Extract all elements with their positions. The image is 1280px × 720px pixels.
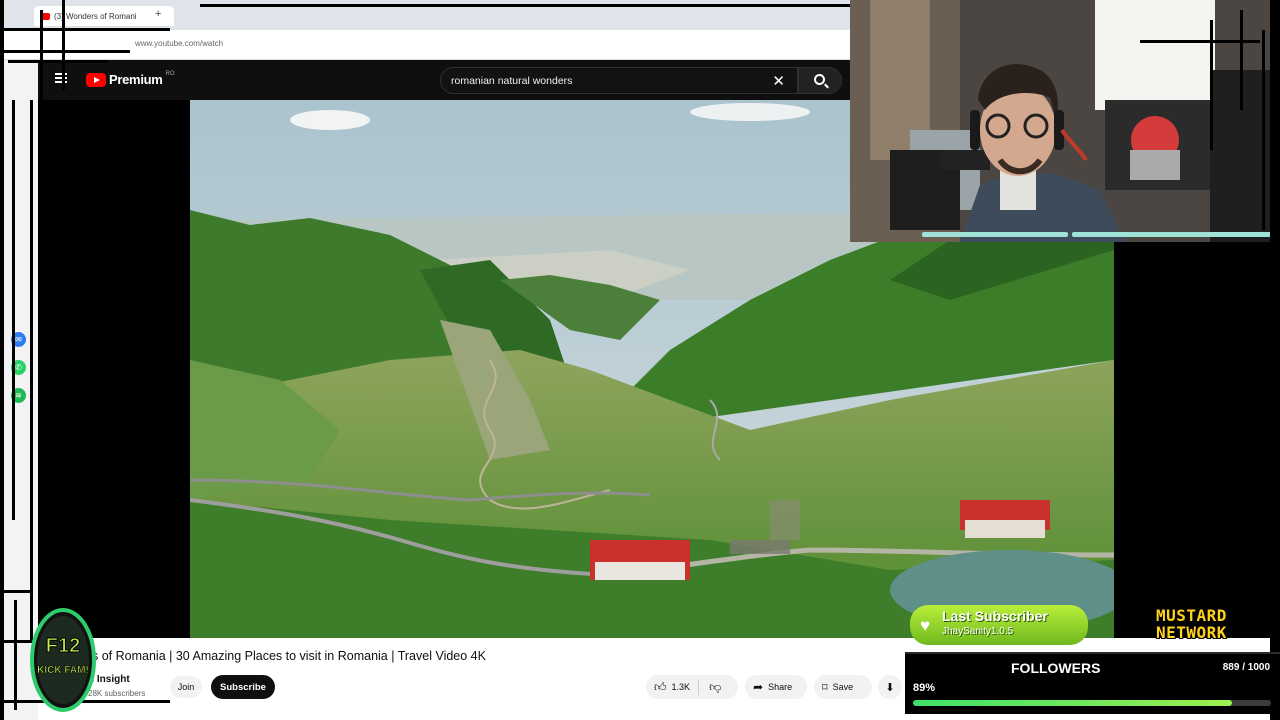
hamburger-icon[interactable]	[55, 73, 67, 83]
frame-line	[0, 50, 130, 53]
share-button[interactable]: ➦ Share	[745, 675, 807, 699]
mustard-network-logo: MUSTARD NETWORK	[1156, 607, 1274, 643]
subscriber-count: 28K subscribers	[88, 689, 146, 698]
f12-kick-fam-logo: F12 KICK FAM!	[30, 607, 96, 713]
youtube-play-icon	[86, 72, 106, 87]
followers-progress-fill	[913, 700, 1232, 706]
frame-line	[30, 100, 33, 640]
frame-line	[0, 590, 30, 593]
webcam-overlay	[850, 0, 1280, 242]
like-count[interactable]: 1.3K	[672, 682, 691, 692]
new-tab-button[interactable]: +	[155, 8, 161, 20]
tab-title: (3) Wonders of Romani	[54, 11, 137, 21]
url-text: www.youtube.com/watch	[135, 39, 224, 48]
badge-line-2: KICK FAM!	[37, 665, 89, 676]
frame-line	[1210, 20, 1213, 150]
network-line-1: MUSTARD	[1156, 606, 1227, 625]
search-input[interactable]: romanian natural wonders ✕	[440, 67, 798, 94]
frame-line	[0, 540, 3, 720]
frame-line	[62, 0, 65, 90]
dislike-icon[interactable]: 👎︎	[709, 680, 721, 695]
join-button[interactable]: Join	[170, 676, 202, 698]
share-label: Share	[768, 682, 793, 692]
region-code: RO	[165, 70, 175, 77]
last-subscriber-title: Last Subscriber	[942, 608, 1048, 624]
download-button[interactable]: ⬇	[878, 675, 902, 699]
streamer-webcam-image	[850, 0, 1280, 242]
save-label: Save	[832, 682, 854, 692]
frame-line	[1276, 460, 1280, 600]
logo-text: Premium	[109, 72, 163, 87]
frame-line	[200, 4, 850, 7]
frame-line	[40, 10, 43, 130]
frame-line	[1262, 30, 1265, 230]
badge-line-1: F12	[46, 635, 80, 657]
webcam-accent-bar-left	[922, 232, 1068, 237]
address-bar[interactable]: www.youtube.com/watch	[0, 30, 850, 60]
followers-progress-track	[913, 700, 1271, 706]
save-icon: ⌑	[822, 681, 828, 694]
followers-count: 889 / 1000	[1222, 662, 1270, 673]
like-dislike-group: 👍︎ 1.3K 👎︎	[646, 675, 738, 699]
youtube-logo[interactable]: Premium RO	[86, 70, 175, 87]
followers-label: FOLLOWERS	[1011, 660, 1101, 676]
followers-goal-widget: FOLLOWERS 889 / 1000 89%	[905, 652, 1280, 714]
last-subscriber-name: JhaySanity1.0.5	[942, 626, 1014, 637]
like-icon[interactable]: 👍︎	[654, 680, 667, 695]
followers-percent: 89%	[913, 682, 936, 694]
save-button[interactable]: ⌑ Save	[814, 675, 872, 699]
heart-icon: ♥	[920, 616, 931, 635]
youtube-header: Premium RO romanian natural wonders ✕	[38, 60, 850, 100]
frame-line	[14, 600, 17, 710]
frame-line	[12, 100, 15, 520]
search-query: romanian natural wonders	[451, 74, 573, 87]
webcam-accent-bar-right	[1072, 232, 1272, 237]
frame-line	[8, 60, 108, 63]
subscribe-button[interactable]: Subscribe	[211, 675, 275, 699]
share-icon: ➦	[753, 680, 764, 694]
stream-screen: (3) Wonders of Romani + www.youtube.com/…	[0, 0, 1280, 720]
browser-tab[interactable]: (3) Wonders of Romani	[34, 6, 174, 26]
close-icon[interactable]: ✕	[772, 72, 785, 90]
frame-line	[1240, 10, 1243, 110]
last-subscriber-widget: ♥ Last Subscriber JhaySanity1.0.5	[910, 605, 1088, 645]
search-button[interactable]	[798, 67, 842, 94]
search-icon	[814, 74, 825, 85]
network-line-2: NETWORK	[1156, 623, 1227, 642]
f12-badge-graphic: F12 KICK FAM!	[30, 608, 96, 712]
like-divider	[698, 679, 700, 695]
video-title: s of Romania | 30 Amazing Places to visi…	[92, 649, 486, 663]
download-icon: ⬇	[885, 681, 895, 694]
frame-line	[0, 28, 170, 31]
